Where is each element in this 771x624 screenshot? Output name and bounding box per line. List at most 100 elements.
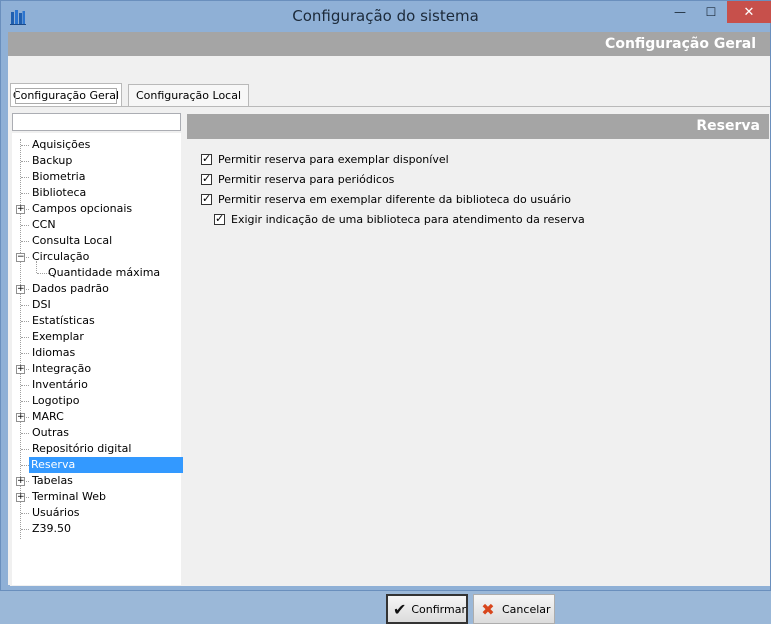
tree-item-label: Circulação	[32, 250, 90, 263]
page-title: Configuração Geral	[605, 36, 756, 52]
tree-connector	[21, 449, 29, 450]
tree-item-label: Dados padrão	[32, 282, 109, 295]
tree-connector	[21, 321, 29, 322]
tree-item[interactable]: CCN	[12, 217, 181, 233]
tree-item[interactable]: + Integração	[12, 361, 181, 377]
option-label: Permitir reserva em exemplar diferente d…	[218, 192, 571, 206]
tree-item[interactable]: Consulta Local	[12, 233, 181, 249]
tree-item[interactable]: Repositório digital	[12, 441, 181, 457]
tab-label: Configuração Local	[135, 89, 242, 102]
tree-item-label: Consulta Local	[32, 234, 113, 247]
tree-connector	[36, 261, 37, 273]
tab-configuracao-local[interactable]: Configuração Local	[128, 84, 249, 106]
tree-connector	[21, 529, 29, 530]
tree-item-label: Usuários	[32, 506, 80, 519]
tree-item[interactable]: − Circulação	[12, 249, 181, 265]
option-checkbox[interactable]	[201, 152, 212, 165]
option-label: Exigir indicação de uma biblioteca para …	[231, 212, 585, 226]
tree-item-label: Exemplar	[32, 330, 84, 343]
tab-panel: Aquisições Backup Biometria Biblioteca + Camp…	[10, 106, 770, 624]
tree-item-label: Aquisições	[32, 138, 91, 151]
minimize-button[interactable]: —	[665, 1, 695, 23]
tree-item[interactable]: Inventário	[12, 377, 181, 393]
title-bar[interactable]: Configuração do sistema — ☐ ✕	[1, 1, 771, 32]
settings-tree[interactable]: Aquisições Backup Biometria Biblioteca + Camp…	[12, 133, 183, 585]
maximize-button[interactable]: ☐	[695, 1, 727, 23]
section-title: Reserva	[696, 118, 760, 134]
tree-connector	[21, 353, 29, 354]
expand-plus-icon[interactable]: +	[16, 413, 25, 422]
option-row[interactable]: Exigir indicação de uma biblioteca para …	[214, 211, 585, 227]
tree-item[interactable]: Aquisições	[12, 137, 181, 153]
dialog-client: Configuração Geral Configuração Geral Co…	[8, 32, 770, 624]
tree-connector	[21, 305, 29, 306]
option-checkbox[interactable]	[214, 212, 225, 225]
expand-plus-icon[interactable]: +	[16, 493, 25, 502]
tab-configuracao-geral[interactable]: Configuração Geral	[10, 83, 122, 106]
confirm-button[interactable]: ✔ Confirmar	[386, 594, 468, 624]
tree-item[interactable]: Exemplar	[12, 329, 181, 345]
option-row[interactable]: Permitir reserva para exemplar disponíve…	[201, 151, 449, 167]
config-window: Configuração do sistema — ☐ ✕ Configuraç…	[0, 0, 771, 624]
tree-connector	[21, 225, 29, 226]
tree-item[interactable]: Estatísticas	[12, 313, 181, 329]
section-header: Reserva	[187, 114, 769, 139]
tree-connector	[21, 193, 29, 194]
option-checkbox[interactable]	[201, 172, 212, 185]
tree-item[interactable]: + MARC	[12, 409, 181, 425]
tree-connector	[21, 465, 29, 466]
expand-plus-icon[interactable]: +	[16, 477, 25, 486]
tree-item-label: Tabelas	[32, 474, 73, 487]
tree-item-label: Inventário	[32, 378, 88, 391]
tree-item[interactable]: Idiomas	[12, 345, 181, 361]
expand-plus-icon[interactable]: +	[16, 365, 25, 374]
cancel-button[interactable]: ✖ Cancelar	[473, 594, 555, 624]
tree-connector	[21, 161, 29, 162]
tree-connector	[21, 513, 29, 514]
tree-item[interactable]: Biometria	[12, 169, 181, 185]
tree-item[interactable]: Biblioteca	[12, 185, 181, 201]
tree-item-label: Idiomas	[32, 346, 76, 359]
expand-plus-icon[interactable]: +	[16, 285, 25, 294]
tree-item-label: Integração	[32, 362, 92, 375]
cancel-x-icon: ✖	[481, 599, 495, 619]
tree-item-label: CCN	[32, 218, 56, 231]
tree-item-label: Terminal Web	[32, 490, 106, 503]
tree-item[interactable]: Reserva	[12, 457, 183, 473]
close-button[interactable]: ✕	[727, 1, 771, 23]
collapse-minus-icon[interactable]: −	[16, 253, 25, 262]
tree-item-label: Biblioteca	[32, 186, 87, 199]
tree-item-label: Repositório digital	[32, 442, 132, 455]
tree-item[interactable]: + Dados padrão	[12, 281, 181, 297]
tree-item-label: Campos opcionais	[32, 202, 133, 215]
tree-item-label: Reserva	[29, 457, 183, 473]
tree-connector	[21, 337, 29, 338]
tree-item[interactable]: Z39.50	[12, 521, 181, 537]
option-label: Permitir reserva para periódicos	[218, 172, 395, 186]
tree-connector	[21, 385, 29, 386]
tab-focus-rect	[15, 88, 117, 104]
tree-item[interactable]: Logotipo	[12, 393, 181, 409]
tree-item-label: Backup	[32, 154, 73, 167]
tree-filter-input[interactable]	[12, 113, 181, 131]
tree-item-label: Outras	[32, 426, 69, 439]
tree-connector	[21, 241, 29, 242]
tree-item[interactable]: + Tabelas	[12, 473, 181, 489]
tree-connector	[21, 433, 29, 434]
tree-item[interactable]: + Terminal Web	[12, 489, 181, 505]
tree-item[interactable]: + Campos opcionais	[12, 201, 181, 217]
tree-item[interactable]: DSI	[12, 297, 181, 313]
cancel-label: Cancelar	[502, 602, 551, 616]
tree-item[interactable]: Quantidade máxima	[12, 265, 181, 281]
tabs-area: Configuração Geral Configuração Local Aq…	[8, 56, 770, 624]
tree-item-label: Z39.50	[32, 522, 72, 535]
tree-item[interactable]: Outras	[12, 425, 181, 441]
tree-item[interactable]: Backup	[12, 153, 181, 169]
option-row[interactable]: Permitir reserva para periódicos	[201, 171, 394, 187]
tree-connector	[21, 177, 29, 178]
option-label: Permitir reserva para exemplar disponíve…	[218, 152, 449, 166]
option-checkbox[interactable]	[201, 192, 212, 205]
tree-item[interactable]: Usuários	[12, 505, 181, 521]
option-row[interactable]: Permitir reserva em exemplar diferente d…	[201, 191, 571, 207]
expand-plus-icon[interactable]: +	[16, 205, 25, 214]
